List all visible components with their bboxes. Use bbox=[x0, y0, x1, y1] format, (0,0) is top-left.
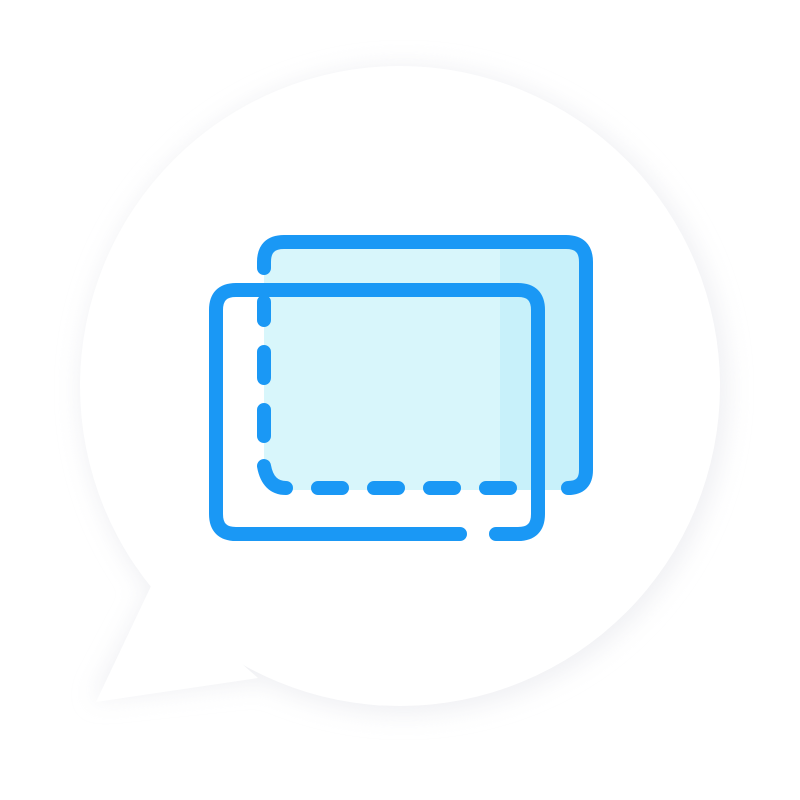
select-layers-icon bbox=[209, 235, 593, 541]
speech-bubble-illustration bbox=[0, 0, 800, 800]
speech-bubble bbox=[80, 66, 728, 714]
